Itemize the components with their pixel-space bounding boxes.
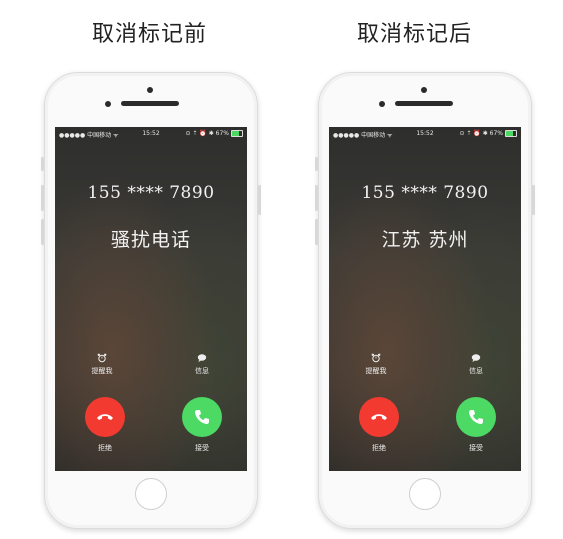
phone-before: ●●●●● 中国移动 ᯤ 15:52 ⊙ ⇡ ⏰ ✱ 67% 155 **** … — [41, 72, 261, 529]
decline-label: 拒绝 — [98, 444, 112, 452]
front-camera — [421, 87, 427, 93]
battery-fill — [232, 131, 239, 136]
alarm-icon — [97, 353, 107, 363]
incoming-call-screen: ●●●●● 中国移动 ᯤ 15:52 ⊙ ⇡ ⏰ ✱ 67% 155 **** … — [329, 127, 521, 471]
phone-icon — [469, 410, 483, 424]
message-icon — [197, 354, 207, 362]
power-button — [258, 185, 261, 215]
home-button[interactable] — [135, 478, 167, 510]
decline-button[interactable] — [85, 397, 125, 437]
power-button — [532, 185, 535, 215]
volume-down-button — [41, 219, 44, 245]
battery-icon — [505, 130, 517, 137]
caller-number: 155 **** 7890 — [361, 183, 489, 203]
volume-up-button — [315, 185, 318, 211]
decline-button[interactable] — [359, 397, 399, 437]
alarm-icon — [371, 353, 381, 363]
status-bar: ●●●●● 中国移动 ᯤ 15:52 ⊙ ⇡ ⏰ ✱ 67% — [59, 130, 243, 139]
battery-icon — [231, 130, 243, 137]
home-button[interactable] — [409, 478, 441, 510]
status-icons: ⊙ ⇡ ⏰ ✱ 67% — [185, 130, 243, 137]
caption-before: 取消标记前 — [92, 22, 208, 47]
accept-label: 接受 — [195, 444, 209, 452]
status-right-text: ⊙ ⇡ ⏰ ✱ 67% — [459, 130, 503, 137]
status-icons: ⊙ ⇡ ⏰ ✱ 67% — [459, 130, 517, 137]
message-label: 信息 — [469, 367, 483, 375]
caller-tag: 骚扰电话 — [110, 229, 191, 251]
accept-button[interactable] — [182, 397, 222, 437]
phone-hangup-icon — [371, 414, 387, 420]
earpiece-speaker — [395, 101, 453, 106]
incoming-call-screen: ●●●●● 中国移动 ᯤ 15:52 ⊙ ⇡ ⏰ ✱ 67% 155 **** … — [55, 127, 247, 471]
phone-after: ●●●●● 中国移动 ᯤ 15:52 ⊙ ⇡ ⏰ ✱ 67% 155 **** … — [315, 72, 535, 529]
proximity-sensor — [105, 101, 111, 107]
remind-me-label: 提醒我 — [365, 367, 387, 375]
remind-me-button[interactable]: 提醒我 — [351, 353, 401, 376]
front-camera — [147, 87, 153, 93]
mute-switch — [315, 157, 318, 171]
status-bar: ●●●●● 中国移动 ᯤ 15:52 ⊙ ⇡ ⏰ ✱ 67% — [333, 130, 517, 139]
volume-down-button — [315, 219, 318, 245]
decline-label: 拒绝 — [372, 444, 386, 452]
status-right-text: ⊙ ⇡ ⏰ ✱ 67% — [185, 130, 229, 137]
accept-button[interactable] — [456, 397, 496, 437]
message-icon — [471, 354, 481, 362]
phone-hangup-icon — [97, 414, 113, 420]
earpiece-speaker — [121, 101, 179, 106]
remind-me-label: 提醒我 — [91, 367, 113, 375]
proximity-sensor — [379, 101, 385, 107]
battery-fill — [506, 131, 513, 136]
remind-me-button[interactable]: 提醒我 — [77, 353, 127, 376]
caller-number: 155 **** 7890 — [87, 183, 215, 203]
phone-icon — [195, 410, 209, 424]
message-button[interactable]: 信息 — [451, 353, 501, 376]
message-button[interactable]: 信息 — [177, 353, 227, 376]
caller-location: 江苏 苏州 — [381, 229, 469, 251]
message-label: 信息 — [195, 367, 209, 375]
accept-label: 接受 — [469, 444, 483, 452]
volume-up-button — [41, 185, 44, 211]
caption-after: 取消标记后 — [357, 22, 473, 47]
mute-switch — [41, 157, 44, 171]
